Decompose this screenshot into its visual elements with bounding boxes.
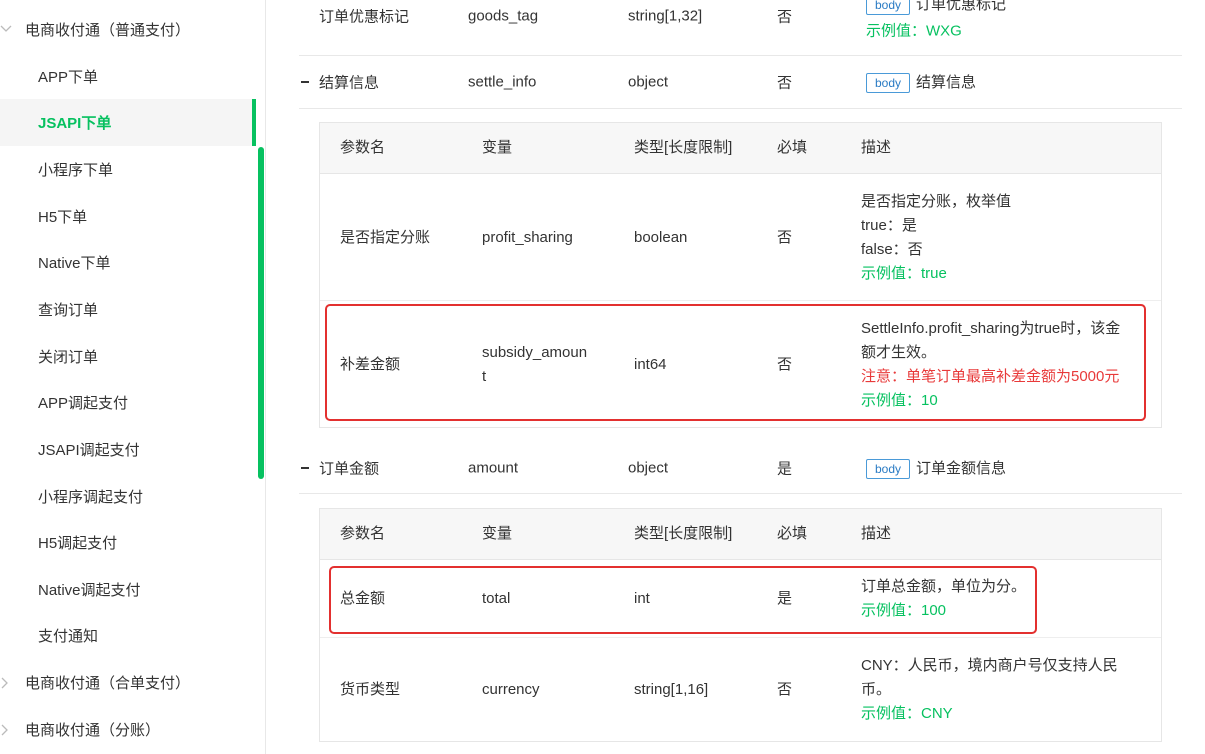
param-required: 否: [777, 228, 793, 246]
highlight-box-total: [329, 566, 1037, 634]
param-type: boolean: [634, 228, 688, 246]
table-row-profit-sharing: 是否指定分账 profit_sharing boolean 否 是否指定分账，枚…: [320, 175, 1161, 301]
param-name: 是否指定分账: [340, 228, 431, 246]
sidebar-nav: 电商收付通（普通支付） APP下单 JSAPI下单 小程序下单 H5下单 Nat…: [0, 0, 266, 754]
header-required: 必填: [777, 139, 808, 156]
param-name: 结算信息: [319, 74, 380, 92]
param-variable: goods_tag: [468, 7, 539, 25]
param-type: object: [628, 73, 669, 91]
param-name: 订单优惠标记: [319, 8, 410, 26]
param-required: 否: [777, 680, 793, 698]
sidebar-group-label: 电商收付通（合单支付）: [25, 674, 191, 692]
header-required: 必填: [777, 525, 808, 542]
table-row-goods-tag: 订单优惠标记 goods_tag string[1,32] 否 body 订单优惠…: [299, 0, 1182, 56]
sidebar-item-app-order[interactable]: APP下单: [0, 53, 256, 100]
sidebar-item-close-order[interactable]: 关闭订单: [0, 333, 256, 380]
chevron-right-icon: [0, 724, 10, 736]
chevron-down-icon: [0, 24, 12, 34]
api-params-table: 订单优惠标记 goods_tag string[1,32] 否 body 订单优惠…: [266, 0, 1205, 754]
header-description: 描述: [861, 139, 892, 156]
sidebar-group-combine-pay[interactable]: 电商收付通（合单支付）: [0, 659, 256, 705]
subtable-header: 参数名 变量 类型[长度限制] 必填 描述: [320, 509, 1161, 560]
param-description: CNY：人民币，境内商户号仅支持人民 币。 示例值：CNY: [861, 654, 1118, 726]
table-row-settle-info: 结算信息 settle_info object 否 body 结算信息: [299, 56, 1182, 109]
subtable-header: 参数名 变量 类型[长度限制] 必填 描述: [320, 123, 1161, 174]
header-variable: 变量: [482, 139, 513, 156]
param-variable: currency: [482, 680, 540, 698]
body-badge: body: [866, 73, 911, 94]
header-name: 参数名: [340, 139, 386, 156]
sidebar-group-profit-sharing[interactable]: 电商收付通（分账）: [0, 706, 256, 752]
param-type: string[1,32]: [628, 7, 703, 25]
param-description: body 订单优惠标记: [866, 0, 1006, 16]
header-type: 类型[长度限制]: [634, 139, 733, 156]
param-required: 否: [777, 8, 793, 26]
body-badge: body: [866, 0, 911, 16]
sidebar-group-label: 电商收付通（普通支付）: [25, 21, 191, 39]
chevron-right-icon: [0, 677, 10, 689]
sidebar-item-miniprogram-invoke[interactable]: 小程序调起支付: [0, 473, 256, 520]
param-example: 示例值：WXG: [866, 22, 962, 40]
collapse-toggle-icon[interactable]: [301, 81, 309, 83]
param-example: 示例值：CNY: [861, 704, 953, 722]
param-variable: amount: [468, 459, 519, 476]
highlight-box-subsidy-amount: [325, 304, 1146, 421]
param-example: 示例值：true: [861, 264, 947, 282]
sidebar-item-query-order[interactable]: 查询订单: [0, 286, 256, 333]
sidebar-item-h5-invoke[interactable]: H5调起支付: [0, 519, 256, 566]
param-required: 否: [777, 74, 793, 92]
param-description: body 订单金额信息: [866, 456, 1006, 479]
param-variable: profit_sharing: [482, 228, 573, 246]
sidebar-item-h5-order[interactable]: H5下单: [0, 193, 256, 240]
body-badge: body: [866, 458, 911, 479]
sidebar-group-normal-pay[interactable]: 电商收付通（普通支付）: [0, 6, 256, 52]
sidebar-item-jsapi-order[interactable]: JSAPI下单: [0, 99, 256, 146]
sidebar-group-label: 电商收付通（分账）: [25, 721, 161, 739]
table-row-currency: 货币类型 currency string[1,16] 否 CNY：人民币，境内商…: [320, 638, 1161, 741]
param-description: body 结算信息: [866, 71, 976, 94]
param-name: 货币类型: [340, 680, 401, 698]
sidebar-item-native-order[interactable]: Native下单: [0, 239, 256, 286]
sidebar-item-app-invoke[interactable]: APP调起支付: [0, 379, 256, 426]
header-type: 类型[长度限制]: [634, 525, 733, 542]
param-type: object: [628, 459, 669, 476]
sidebar-item-pay-notify[interactable]: 支付通知: [0, 612, 256, 659]
sidebar-item-native-invoke[interactable]: Native调起支付: [0, 566, 256, 613]
param-type: string[1,16]: [634, 680, 709, 698]
param-variable: settle_info: [468, 73, 537, 91]
sidebar-item-jsapi-invoke[interactable]: JSAPI调起支付: [0, 426, 256, 473]
param-name: 订单金额: [319, 460, 380, 477]
param-description: 是否指定分账，枚举值 true：是 false：否 示例值：true: [861, 190, 1011, 286]
sidebar-item-miniprogram-order[interactable]: 小程序下单: [0, 146, 256, 193]
table-row-amount: 订单金额 amount object 是 body 订单金额信息: [299, 442, 1182, 494]
header-variable: 变量: [482, 525, 513, 542]
collapse-toggle-icon[interactable]: [301, 466, 309, 469]
sidebar-scrollbar[interactable]: [258, 147, 264, 479]
header-description: 描述: [861, 525, 892, 542]
param-required: 是: [777, 460, 793, 477]
header-name: 参数名: [340, 525, 386, 542]
